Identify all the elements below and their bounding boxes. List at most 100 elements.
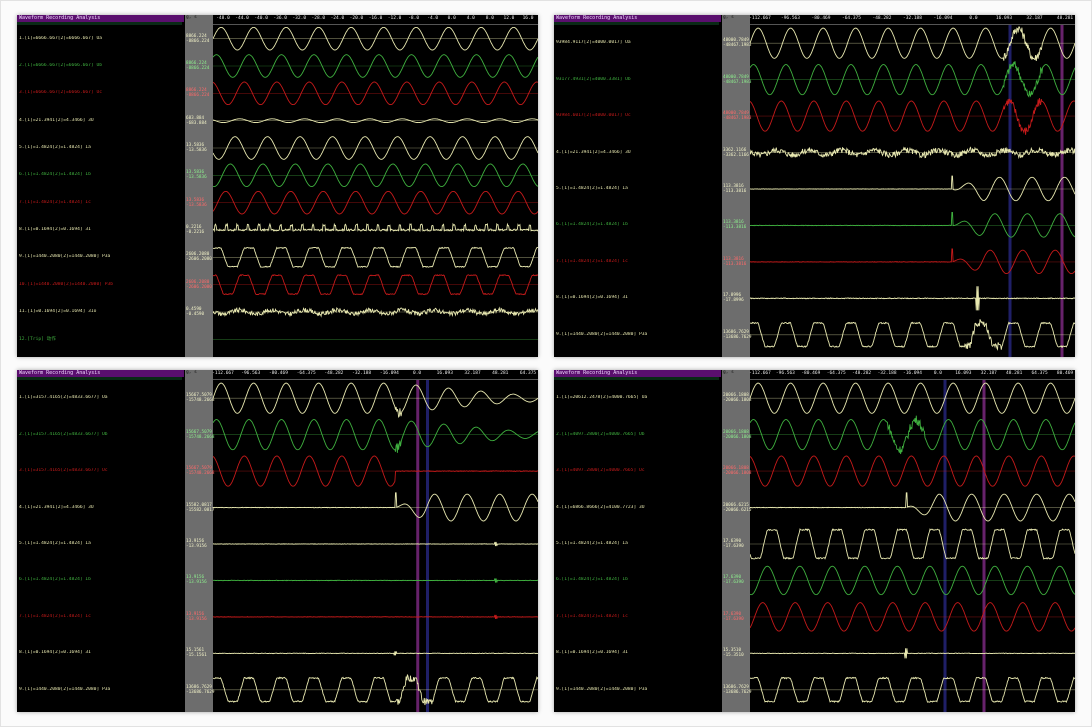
channel-waveform: [213, 419, 538, 453]
time-axis: -112.667 -96.563 -80.469 -64.375 -48.282 -32.…: [749, 15, 1075, 25]
channel-scale: 8866.224 -8866.224: [186, 34, 209, 44]
time-tick-label: -32.188: [877, 371, 897, 376]
channel-scale: 48000.7849 -48467.1983: [723, 111, 751, 121]
channel-label: 11.[1]=0.1694[2]=0.1694] 3Io: [19, 309, 97, 314]
channel-scale: 15667.5079 -15748.2668: [186, 393, 214, 403]
event-marker: [982, 380, 986, 712]
time-tick-label: 4.0: [466, 16, 475, 21]
waveform-plot: [750, 25, 1075, 357]
time-tick-label: -16.094: [379, 371, 399, 376]
channel-scale: 13.9156 -13.9156: [186, 539, 207, 549]
panel-title: Waveform Recording Analysis: [554, 370, 721, 377]
channel-scale: 20066.1808 -20066.1808: [723, 393, 751, 403]
channel-waveform: [213, 541, 538, 547]
time-tick-label: -40.0: [254, 16, 268, 21]
channel-scale: 0.4590 -0.4590: [186, 307, 204, 317]
panel-title: Waveform Recording Analysis: [554, 15, 721, 22]
time-tick-label: 32.187: [1026, 16, 1043, 21]
channel-scale: 15667.5079 -15748.2668: [186, 466, 214, 476]
time-tick-label: -4.0: [427, 16, 439, 21]
time-tick-label: 48.281: [492, 371, 509, 376]
channel-scale: 48000.7849 -48467.1983: [723, 38, 751, 48]
scale-low: -13.5836: [186, 202, 207, 208]
scale-high: 2606.2080: [186, 279, 210, 285]
waveform-plot: [213, 380, 538, 712]
scale-low: -13686.7629: [186, 689, 215, 695]
channel-scale: 683.884 -683.884: [186, 116, 207, 126]
scale-low: -48467.1983: [723, 79, 752, 85]
channel-label: 5.[1]=1.4824[2]=1.4824] Ia: [556, 541, 628, 546]
panel-title: Waveform Recording Analysis: [17, 15, 184, 22]
time-tick-label: -48.0: [216, 16, 230, 21]
time-tick-label: -48.282: [324, 371, 344, 376]
time-axis: -48.0 -44.0 -40.0 -36.0 -32.0 -28.0 -24.0 -20.0…: [213, 15, 538, 25]
channel-waveform: [750, 26, 1075, 62]
time-tick-label: -16.0: [368, 16, 383, 21]
scale-low: -20066.1808: [723, 398, 752, 404]
channel-label: 3.[1]=3157.4165[2]=4833.6677] Uc: [19, 468, 108, 474]
channel-scale: 15582.0817 -15582.0817: [186, 503, 214, 513]
channel-scale: 17.6390 -17.6390: [723, 612, 744, 622]
channel-scale: 20066.6215 -20066.6215: [723, 503, 751, 513]
channel-scale: 15.1561 -15.1561: [186, 648, 207, 658]
channel-label: 6.[1]=1.4824[2]=1.4824] Ib: [556, 222, 628, 228]
channel-label: 7.[1]=1.4824[2]=1.4824] Ic: [556, 258, 628, 264]
channel-waveform: [213, 492, 538, 522]
channel-label: 93177.4931[2]=4000.3381] Ub: [556, 76, 631, 82]
channel-label: 6.[1]=1.4824[2]=1.4824] Ib: [556, 577, 628, 583]
time-tick-label: -96.563: [775, 371, 795, 376]
channel-scale: 13686.7629 -13686.7629: [723, 330, 751, 340]
channel-scale: 15.3510 -15.3510: [723, 648, 744, 658]
time-tick-label: 16.0: [522, 16, 534, 21]
scope-panel-top-right: Waveform Recording Analysis 93984.9117[2]…: [554, 15, 1075, 357]
channel-label-column: 1.[1]=3157.4165[2]=4833.6677] Ua 2.[1]=31…: [17, 380, 186, 712]
time-tick-label: 64.375: [1031, 371, 1048, 376]
channel-waveform: [750, 648, 1075, 659]
scale-low: -2606.2080: [186, 284, 212, 290]
scale-column: g, s 20066.1808 -20066.1808 20066.1808 -2006…: [722, 370, 752, 712]
scale-low: -13686.7629: [723, 689, 752, 695]
channel-label: 2.[1]=3157.4165[2]=4833.6677] Ub: [19, 431, 108, 437]
scale-low: -113.3816: [723, 261, 747, 267]
time-tick-label: -112.667: [212, 371, 234, 376]
channel-waveform: [750, 248, 1075, 275]
time-tick-label: -16.094: [933, 16, 953, 21]
event-marker: [943, 380, 947, 712]
channel-scale: 8866.224 -8866.224: [186, 61, 209, 71]
channel-label: 4.[1]=21.3941[2]=4.3466] 3U: [556, 149, 631, 155]
time-tick-label: -44.0: [235, 16, 249, 21]
scale-low: -13686.7629: [723, 334, 752, 340]
scale-low: -0.4590: [186, 312, 205, 317]
channel-label: 3.[1]=4097.2800[2]=4000.7665] Uc: [556, 468, 645, 474]
scale-low: -20066.1808: [723, 471, 752, 477]
scale-low: -17.6390: [723, 544, 744, 549]
channel-label: 5.[1]=1.4824[2]=1.4824] Ia: [556, 186, 628, 191]
time-tick-label: -8.0: [408, 16, 420, 21]
scale-header: g, s: [723, 370, 734, 375]
channel-label: 4.[1]=21.3941[2]=4.3466] 3U: [19, 504, 94, 510]
scale-low: -13.9156: [186, 580, 207, 586]
time-tick-label: -24.0: [330, 16, 345, 21]
channel-waveform: [750, 492, 1075, 522]
scale-high: 15667.5079: [186, 429, 212, 435]
scale-low: -13.9156: [186, 544, 207, 549]
scale-low: -0.2216: [186, 230, 205, 235]
scale-low: -2606.2080: [186, 257, 212, 263]
channel-waveform: [750, 286, 1075, 311]
scale-column: g, s 15667.5079 -15748.2668 15667.5079 -1574…: [185, 370, 215, 712]
channel-scale: 48000.7849 -48467.1983: [723, 75, 751, 85]
scale-header: g, s: [723, 15, 734, 20]
scale-high: 13.5836: [186, 197, 205, 203]
channel-scale: 2606.2080 -2606.2080: [186, 252, 212, 262]
time-tick-label: -32.188: [903, 16, 922, 21]
event-marker: [426, 380, 429, 712]
time-tick-label: 80.469: [1056, 371, 1074, 376]
scale-low: -13.5836: [186, 148, 207, 153]
scale-low: -13.5836: [186, 175, 207, 181]
channel-scale: 3362.1166 -3362.1166: [723, 148, 749, 158]
scale-high: 20066.6215: [723, 502, 749, 508]
scale-high: 48000.7849: [723, 74, 749, 80]
scale-low: -8866.224: [186, 66, 210, 71]
time-tick-label: -16.094: [903, 371, 922, 376]
time-tick-label: -48.282: [852, 371, 872, 376]
